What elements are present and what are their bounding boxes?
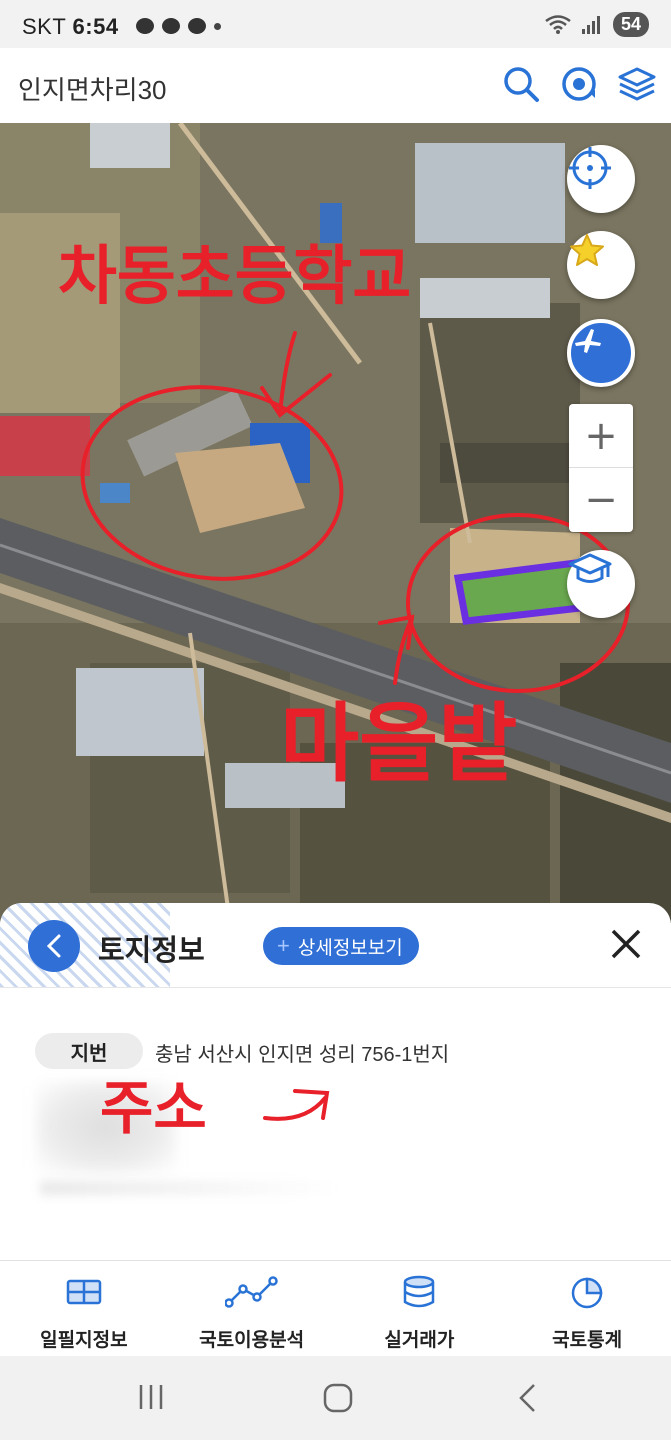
back-icon[interactable] bbox=[514, 1382, 540, 1419]
status-bar: SKT 6:54 54 bbox=[0, 0, 671, 48]
nav-label: 실거래가 bbox=[384, 1330, 455, 1351]
status-left: SKT 6:54 bbox=[22, 14, 119, 40]
view-details-button[interactable]: + 상세정보보기 bbox=[263, 927, 419, 965]
close-button[interactable] bbox=[609, 927, 643, 961]
more-dot-icon bbox=[214, 23, 221, 30]
recent-apps-icon[interactable] bbox=[136, 1382, 166, 1417]
plus-icon: + bbox=[277, 933, 290, 958]
back-button[interactable] bbox=[28, 920, 80, 972]
alarm-icon bbox=[136, 18, 154, 34]
app-bar-tools bbox=[501, 64, 657, 104]
chevron-left-icon bbox=[46, 934, 61, 958]
home-icon[interactable] bbox=[322, 1382, 354, 1419]
database-icon bbox=[404, 1275, 435, 1308]
zoom-out-button[interactable]: − bbox=[569, 467, 633, 531]
trend-line-icon bbox=[224, 1276, 278, 1308]
location-refresh-icon[interactable] bbox=[559, 64, 599, 104]
annotation-field: 마을밭 bbox=[280, 694, 517, 794]
location-title[interactable]: 인지면차리30 bbox=[18, 70, 167, 107]
crosshair-icon bbox=[569, 147, 611, 189]
nav-label: 국토이용분석 bbox=[199, 1330, 305, 1351]
zoom-control: + − bbox=[569, 404, 633, 532]
sync-icon bbox=[188, 18, 206, 34]
battery-badge: 54 bbox=[612, 12, 649, 37]
carrier: SKT bbox=[22, 14, 66, 39]
nav-item-parcel-info[interactable]: 일필지정보 bbox=[0, 1261, 168, 1357]
nav-item-statistics[interactable]: 국토통계 bbox=[503, 1261, 671, 1357]
nav-label: 국토통계 bbox=[552, 1330, 623, 1351]
flight-mode-button[interactable] bbox=[567, 319, 635, 387]
nav-label: 일필지정보 bbox=[40, 1330, 128, 1351]
status-right: 54 bbox=[545, 12, 649, 37]
signal-icon bbox=[581, 15, 600, 34]
map-grid-icon bbox=[66, 1279, 102, 1305]
layers-icon[interactable] bbox=[617, 64, 657, 104]
nav-item-real-price[interactable]: 실거래가 bbox=[336, 1261, 504, 1357]
star-icon bbox=[570, 234, 604, 266]
bottom-nav: 일필지정보 국토이용분석 실거래가 국토통계 bbox=[0, 1260, 671, 1357]
annotation-address: 주소 bbox=[100, 1074, 207, 1142]
search-icon[interactable] bbox=[501, 64, 541, 104]
nav-item-land-analysis[interactable]: 국토이용분석 bbox=[168, 1261, 336, 1357]
sheet-title: 토지정보 bbox=[98, 935, 205, 967]
sheet-divider bbox=[0, 987, 671, 988]
system-nav-bar bbox=[0, 1356, 671, 1440]
zoom-in-button[interactable]: + bbox=[569, 404, 633, 467]
annotation-overlay: 주소 bbox=[100, 1074, 330, 1142]
graduation-cap-icon bbox=[568, 553, 612, 583]
clock: 6:54 bbox=[72, 14, 119, 39]
favorite-button[interactable] bbox=[567, 231, 635, 299]
satellite-map[interactable]: 차동초등학교 마을밭 + − bbox=[0, 123, 671, 923]
view-details-label: 상세정보보기 bbox=[297, 937, 403, 959]
cloud-icon bbox=[162, 18, 180, 34]
redacted-line bbox=[40, 1181, 340, 1195]
airplane-icon bbox=[575, 329, 601, 353]
app-bar: 인지면차리30 bbox=[0, 48, 671, 124]
land-info-sheet: 토지정보 + 상세정보보기 지번 충남 서산시 인지면 성리 756-1번지 주… bbox=[0, 903, 671, 1260]
pie-chart-icon bbox=[571, 1277, 603, 1309]
close-icon bbox=[611, 929, 641, 959]
status-icons bbox=[136, 18, 221, 34]
wifi-icon bbox=[545, 14, 571, 34]
school-button[interactable] bbox=[567, 550, 635, 618]
locate-button[interactable] bbox=[567, 145, 635, 213]
annotation-school: 차동초등학교 bbox=[58, 240, 411, 314]
